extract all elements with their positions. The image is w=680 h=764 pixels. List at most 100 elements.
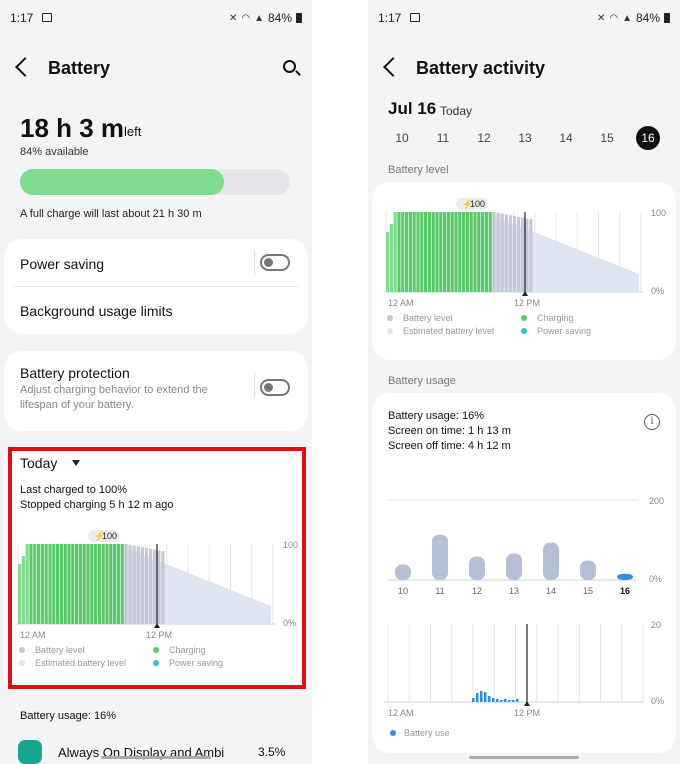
charging-bar — [427, 212, 431, 292]
search-icon[interactable] — [283, 60, 296, 73]
charging-bar — [488, 212, 492, 292]
y-label-bottom: 0% — [651, 696, 664, 706]
battery-icon — [296, 13, 302, 23]
date-10[interactable]: 10 — [390, 126, 414, 150]
x-label: 10 — [398, 586, 408, 596]
hourly-usage-bar — [500, 700, 503, 702]
battery-usage-summary: Battery usage: 16% — [20, 710, 117, 722]
legend-charging: Charging — [537, 313, 574, 323]
app-usage-percent: 3.5% — [258, 745, 286, 759]
level-bar — [512, 216, 517, 292]
x-label: 12 PM — [514, 708, 540, 718]
battery-activity-screen: 1:17 ✕ ◠ ▲ 84% Battery activity Jul 16 T… — [368, 0, 680, 764]
background-usage-limits-item[interactable]: Background usage limits — [20, 303, 173, 319]
hourly-usage-bar — [508, 700, 511, 702]
legend-battery-use: Battery use — [404, 728, 450, 738]
charging-bar — [454, 212, 458, 292]
level-bar — [521, 217, 525, 292]
y-label-top: 20 — [651, 620, 661, 630]
charging-bar — [420, 212, 424, 292]
divider — [14, 286, 298, 287]
power-saving-toggle[interactable] — [260, 254, 290, 271]
charging-bar — [393, 212, 397, 292]
battery-level-chart: ⚡1001000%12 AM 12 PMBattery levelEstimate… — [384, 198, 666, 336]
charging-bar — [416, 212, 420, 292]
usage-bar — [395, 564, 411, 580]
charging-bar — [443, 212, 447, 292]
usage-bar — [506, 553, 522, 580]
usage-bar — [469, 556, 485, 580]
gallery-notification-icon — [410, 13, 420, 22]
y-label-bottom: 0% — [651, 286, 664, 296]
x-label: 11 — [435, 586, 444, 596]
status-time: 1:17 — [10, 11, 34, 25]
time-left-value: 18 h 3 m — [20, 113, 125, 143]
hourly-usage-bar — [484, 692, 487, 702]
wifi-icon: ◠ — [241, 12, 251, 24]
usage-bar — [543, 542, 559, 580]
time-left-suffix: left — [124, 124, 142, 139]
battery-protection-card: Battery protection Adjust charging behav… — [4, 351, 308, 431]
gallery-notification-icon — [42, 13, 52, 22]
charging-bar — [424, 212, 428, 292]
battery-protection-title[interactable]: Battery protection — [20, 365, 130, 381]
battery-protection-desc: lifespan of your battery. — [20, 399, 134, 411]
hourly-usage-bar — [488, 696, 491, 702]
date-12[interactable]: 12 — [472, 126, 496, 150]
battery-protection-toggle[interactable] — [260, 379, 290, 396]
charging-bar — [446, 212, 450, 292]
mute-icon: ✕ — [596, 12, 606, 24]
settings-card: Power saving Background usage limits — [4, 239, 308, 334]
x-label: 12 — [472, 586, 482, 596]
charging-bar — [401, 212, 405, 292]
charging-bar — [473, 212, 477, 292]
charging-bar — [477, 212, 481, 292]
wifi-icon: ◠ — [609, 12, 619, 24]
status-time: 1:17 — [378, 11, 402, 25]
legend-power-saving: Power saving — [537, 326, 591, 336]
hourly-usage-bar — [492, 698, 495, 702]
back-icon[interactable] — [383, 57, 403, 77]
usage-bar — [580, 560, 596, 580]
battery-icon — [664, 13, 670, 23]
date-13[interactable]: 13 — [513, 126, 537, 150]
legend-battery-use-dot — [390, 730, 396, 736]
level-bar — [492, 212, 496, 292]
date-11[interactable]: 11 — [431, 126, 455, 150]
hourly-usage-bar — [496, 699, 499, 702]
level-bar — [500, 213, 504, 292]
charging-bar — [408, 212, 412, 292]
mute-icon: ✕ — [228, 12, 238, 24]
charging-bar — [450, 212, 454, 292]
full-charge-text: A full charge will last about 21 h 30 m — [20, 208, 202, 220]
section-battery-usage: Battery usage — [388, 375, 456, 387]
x-label: 12 AM — [388, 298, 414, 308]
power-saving-label[interactable]: Power saving — [20, 256, 104, 272]
y-label-top: 200 — [649, 496, 664, 506]
info-icon[interactable]: i — [644, 414, 660, 430]
battery-protection-desc: Adjust charging behavior to extend the — [20, 384, 208, 396]
highlight-box — [8, 447, 306, 689]
battery-level-fill — [20, 169, 225, 195]
charging-bar — [484, 212, 488, 292]
x-label: 14 — [546, 586, 556, 596]
x-label: 12 PM — [514, 298, 540, 308]
divider — [254, 373, 255, 397]
charging-bar — [431, 212, 435, 292]
date-16[interactable]: 16 — [636, 126, 660, 150]
x-label: 15 — [583, 586, 593, 596]
level-bar — [529, 219, 533, 292]
date-14[interactable]: 14 — [554, 126, 578, 150]
charging-bar — [435, 212, 439, 292]
date-selector: 10 11 12 13 14 15 16 — [382, 126, 666, 152]
x-label: 16 — [620, 586, 630, 596]
legend-estimated-dot — [387, 328, 393, 334]
level-bar — [504, 214, 508, 292]
page-title: Battery — [48, 58, 111, 78]
date-15[interactable]: 15 — [595, 126, 619, 150]
back-icon[interactable] — [15, 57, 35, 77]
charging-bar — [465, 212, 469, 292]
charging-bar — [458, 212, 462, 292]
available-percent: 84% available — [20, 146, 89, 158]
y-label-bottom: 0% — [649, 574, 662, 584]
